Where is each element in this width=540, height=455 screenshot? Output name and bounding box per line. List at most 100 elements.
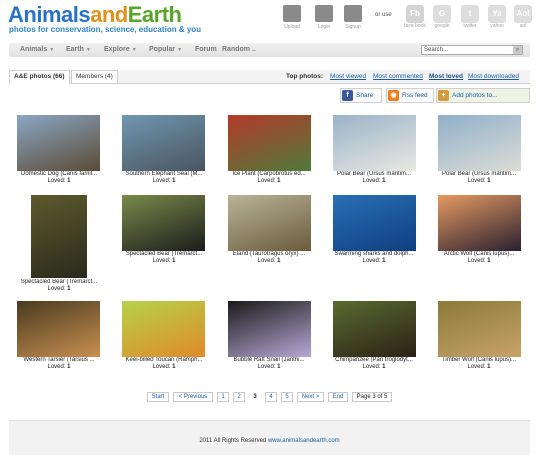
- twitter-icon: t: [461, 5, 479, 23]
- photo-caption[interactable]: Arctic Wolf (Canis lupus)...: [431, 251, 527, 257]
- photo-loved-count: Loved: 1: [221, 178, 317, 184]
- rss-icon: ◉: [388, 90, 399, 101]
- nav-popular[interactable]: Popular ▼: [149, 46, 182, 53]
- photo-thumbnail-domestic-dog[interactable]: [17, 115, 100, 171]
- photo-caption[interactable]: Polar Bear (Ursus maritim...: [431, 171, 527, 177]
- login-button[interactable]: Login: [311, 5, 337, 30]
- photo-caption[interactable]: Domestic Dog (Canis famil...: [11, 171, 107, 177]
- loved-value: 1: [277, 364, 281, 370]
- photo-thumbnail-elephant-seal[interactable]: [122, 115, 205, 171]
- photo-loved-count: Loved: 1: [11, 364, 107, 370]
- photo-caption[interactable]: Timber Wolf (Canis lupus)...: [431, 357, 527, 363]
- upload-button[interactable]: Upload: [279, 5, 305, 30]
- nav-forum[interactable]: Forum: [195, 46, 217, 53]
- most-viewed-link[interactable]: Most viewed: [330, 73, 366, 80]
- pagination-info: Page 3 of 5: [352, 392, 392, 402]
- photo-thumbnail-spectacled-bear[interactable]: [31, 195, 87, 278]
- photo-caption[interactable]: Polar Bear (Ursus maritim...: [326, 171, 422, 177]
- site-tagline: photos for conservation, science, educat…: [9, 25, 202, 34]
- nav-earth-label: Earth: [66, 46, 84, 53]
- photo-loved-count: Loved: 1: [431, 178, 527, 184]
- loved-value: 1: [487, 258, 491, 264]
- aol-login-button[interactable]: Aol aol: [512, 5, 534, 29]
- rss-label: Rss feed: [402, 92, 428, 99]
- loved-label: Loved:: [467, 258, 486, 264]
- search-placeholder: Search...: [424, 47, 449, 53]
- loved-label: Loved:: [467, 364, 486, 370]
- logo-word-animals: Animals: [8, 2, 91, 27]
- photo-loved-count: Loved: 1: [116, 178, 212, 184]
- pagination-next[interactable]: Next >: [297, 392, 324, 402]
- loved-label: Loved:: [47, 178, 66, 184]
- signup-button[interactable]: Signup: [340, 5, 366, 30]
- search-button[interactable]: ⌕: [513, 46, 522, 54]
- google-login-button[interactable]: G google: [431, 5, 453, 29]
- nav-animals-label: Animals: [20, 46, 48, 53]
- photo-caption[interactable]: Chimpanzee (Pan troglodyt...: [326, 357, 422, 363]
- loved-label: Loved:: [257, 258, 276, 264]
- pagination-start[interactable]: Start: [147, 392, 169, 402]
- search-input[interactable]: Search...: [421, 45, 523, 55]
- loved-value: 1: [172, 364, 176, 370]
- pagination-end[interactable]: End: [328, 392, 348, 402]
- pagination-page-2[interactable]: 2: [233, 392, 245, 402]
- loved-value: 1: [67, 178, 71, 184]
- yahoo-login-button[interactable]: Ya yahoo: [486, 5, 508, 29]
- facebook-icon: f: [342, 90, 353, 101]
- most-commented-link[interactable]: Most commented: [373, 73, 423, 80]
- twitter-login-button[interactable]: t twitter: [459, 5, 481, 29]
- facebook-login-button[interactable]: Fb face book: [404, 5, 426, 29]
- loved-label: Loved:: [152, 178, 171, 184]
- photo-thumbnail-sharks-dolphins[interactable]: [333, 195, 416, 251]
- photo-caption[interactable]: Eland (Taurotragus oryx) ...: [221, 251, 317, 257]
- photo-caption[interactable]: Spectacled Bear (Tremarct...: [116, 251, 212, 257]
- photo-caption[interactable]: Ice Plant (Carpobrotus ed...: [221, 171, 317, 177]
- pagination-page-1[interactable]: 1: [217, 392, 229, 402]
- add-photos-button[interactable]: + Add photos to...: [436, 88, 530, 103]
- photo-loved-count: Loved: 1: [326, 178, 422, 184]
- or-use-label: or use: [375, 12, 392, 18]
- photo-thumbnail-arctic-wolf[interactable]: [438, 195, 521, 251]
- nav-random-suffix: ..: [251, 46, 256, 53]
- share-button[interactable]: f Share: [340, 88, 382, 103]
- photo-caption[interactable]: Southern Elephant Seal (M...: [116, 171, 212, 177]
- nav-random[interactable]: Random ..: [222, 46, 256, 53]
- loved-value: 1: [382, 364, 386, 370]
- photo-caption[interactable]: Bubble Raft Snail (Janthi...: [221, 357, 317, 363]
- photo-thumbnail-timber-wolf[interactable]: [438, 301, 521, 357]
- nav-explore[interactable]: Explore ▼: [104, 46, 137, 53]
- nav-earth[interactable]: Earth ▼: [66, 46, 91, 53]
- photo-caption[interactable]: Swarming sharks and dolph...: [326, 251, 422, 257]
- rss-feed-button[interactable]: ◉ Rss feed: [386, 88, 434, 103]
- most-downloaded-link[interactable]: Most downloaded: [468, 73, 519, 80]
- photo-thumbnail-polar-bear-2[interactable]: [438, 115, 521, 171]
- loved-value: 1: [487, 364, 491, 370]
- loved-label: Loved:: [257, 178, 276, 184]
- photo-thumbnail-keel-billed-toucan[interactable]: [122, 301, 205, 357]
- photo-caption[interactable]: Keel-billed Toucan (Ramph...: [116, 357, 212, 363]
- photo-thumbnail-spectacled-bear-2[interactable]: [122, 195, 205, 251]
- photo-thumbnail-ice-plant[interactable]: [228, 115, 311, 171]
- photo-thumbnail-polar-bear[interactable]: [333, 115, 416, 171]
- photo-thumbnail-bubble-raft-snail[interactable]: [228, 301, 311, 357]
- site-logo[interactable]: AnimalsandEarth: [8, 2, 182, 27]
- footer-site-link[interactable]: www.animalsandearth.com: [268, 438, 340, 444]
- photo-caption[interactable]: Spectacled Bear (Tremarct...: [11, 279, 107, 285]
- photo-thumbnail-western-tarsier[interactable]: [17, 301, 100, 357]
- loved-value: 1: [382, 258, 386, 264]
- pagination-previous[interactable]: < Previous: [173, 392, 213, 402]
- most-loved-link[interactable]: Most loved: [429, 73, 463, 80]
- loved-label: Loved:: [257, 364, 276, 370]
- pagination-page-5[interactable]: 5: [281, 392, 293, 402]
- loved-value: 1: [277, 178, 281, 184]
- photo-thumbnail-chimpanzee[interactable]: [333, 301, 416, 357]
- tab-members[interactable]: Members (4): [71, 70, 118, 84]
- tab-photos[interactable]: A&E photos (66): [9, 70, 70, 84]
- site-footer: 2011 All Rights Reserved www.animalsande…: [9, 420, 530, 455]
- aol-icon: Aol: [514, 5, 532, 23]
- photo-thumbnail-eland[interactable]: [228, 195, 311, 251]
- pagination-page-4[interactable]: 4: [265, 392, 277, 402]
- nav-animals[interactable]: Animals ▼: [20, 46, 54, 53]
- photo-caption[interactable]: Western Tarsier (Tarsius ...: [11, 357, 107, 363]
- site-header: AnimalsandEarth photos for conservation,…: [0, 0, 540, 42]
